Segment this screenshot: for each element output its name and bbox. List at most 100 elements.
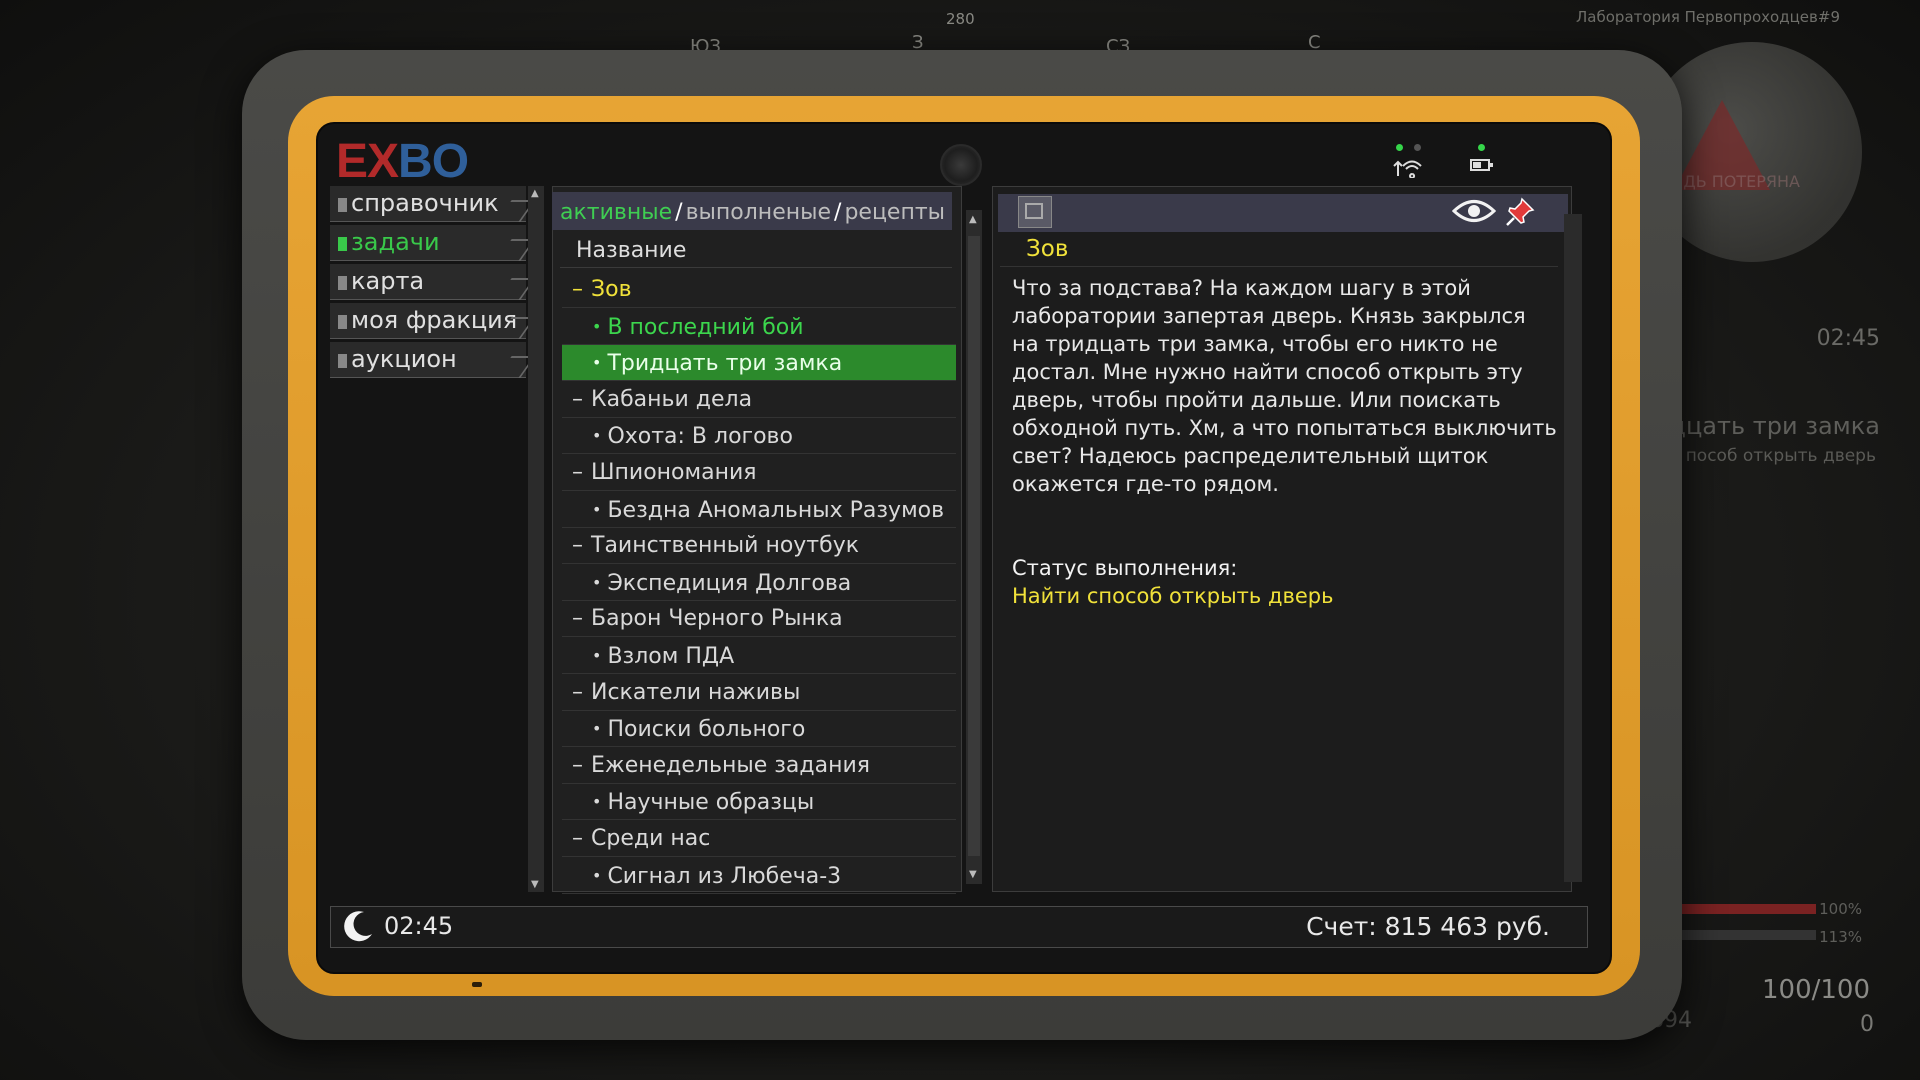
quest-group-row[interactable]: – Таинственный ноутбук (562, 528, 956, 564)
quest-label: Шпиономания (591, 460, 757, 485)
bullet-icon: • (592, 500, 602, 519)
collapse-icon: – (572, 606, 583, 631)
quest-label: Таинственный ноутбук (591, 533, 859, 558)
quest-group-row[interactable]: – Еженедельные задания (562, 748, 956, 784)
menu-item-faction[interactable]: моя фракция (330, 303, 536, 339)
quest-group-row[interactable]: – Зов (562, 272, 956, 308)
exbo-logo: EXBO (336, 134, 469, 189)
scroll-up-icon[interactable]: ▲ (969, 214, 977, 225)
quest-label: Среди нас (591, 826, 711, 851)
battery-icon (1470, 156, 1494, 179)
quest-label: Научные образцы (607, 790, 815, 815)
quest-label: Искатели наживы (591, 680, 801, 705)
quest-label: Кабаньи дела (591, 387, 753, 412)
menu-square-icon (338, 198, 347, 212)
quest-task-row[interactable]: • Охота: В логово (562, 418, 956, 454)
bullet-icon: • (592, 719, 602, 738)
menu-scrollbar[interactable]: ▲ ▼ (528, 186, 544, 892)
scroll-down-icon[interactable]: ▼ (531, 879, 539, 890)
quest-task-row[interactable]: • Тридцать три замка (562, 345, 956, 381)
quest-task-row[interactable]: • Бездна Аномальных Разумов (562, 492, 956, 528)
status-label: Статус выполнения: (1012, 556, 1238, 580)
quest-group-row[interactable]: – Барон Черного Рынка (562, 601, 956, 637)
collapse-icon: – (572, 826, 583, 851)
bullet-icon: • (592, 866, 602, 885)
quest-list-scrollbar[interactable]: ▲ ▼ (966, 210, 982, 884)
detail-scrollbar[interactable] (1564, 214, 1582, 882)
menu-item-auction[interactable]: аукцион (330, 342, 536, 378)
moon-icon (340, 908, 376, 944)
signal-led-off (1414, 144, 1421, 151)
health-percent: 100% (1819, 900, 1862, 918)
location-name: Лаборатория Первопроходцев#9 (1576, 8, 1840, 26)
quest-group-row[interactable]: – Кабаньи дела (562, 382, 956, 418)
menu-item-map[interactable]: карта (330, 264, 536, 300)
quest-label: Барон Черного Рынка (591, 606, 843, 631)
menu-square-icon (338, 315, 347, 329)
ammo-counter: 100/100 (1761, 975, 1870, 1005)
column-header-name: Название (560, 234, 952, 268)
scroll-thumb[interactable] (968, 236, 980, 856)
compass-heading: 280 (946, 10, 975, 28)
collapse-icon: – (572, 753, 583, 778)
quest-task-row[interactable]: • В последний бой (562, 309, 956, 345)
battery-led (1478, 144, 1485, 151)
tab-completed[interactable]: выполненые (686, 200, 831, 225)
quest-label: Бездна Аномальных Разумов (607, 498, 945, 523)
pin-icon[interactable] (1504, 196, 1536, 228)
quest-task-row[interactable]: • Научные образцы (562, 784, 956, 820)
quest-label: Охота: В логово (607, 424, 793, 449)
quest-label: Зов (591, 277, 632, 302)
quest-label: Сигнал из Любеча-3 (607, 864, 842, 889)
quest-label: В последний бой (607, 315, 804, 340)
collapse-icon: – (572, 277, 583, 302)
bullet-icon: • (592, 646, 602, 665)
camera-icon (940, 144, 982, 186)
quest-task-row[interactable]: • Взлом ПДА (562, 638, 956, 674)
divider (1000, 266, 1558, 267)
menu-label: аукцион (351, 345, 457, 373)
quest-image-icon (1018, 196, 1052, 228)
tab-active[interactable]: активные (560, 200, 672, 225)
quest-label: Еженедельные задания (591, 753, 871, 778)
ammo-secondary: 0 (1860, 1012, 1874, 1037)
quest-task-row[interactable]: • Сигнал из Любеча-3 (562, 858, 956, 894)
hud-task-desc: пособ открыть дверь (1685, 446, 1876, 466)
scroll-down-icon[interactable]: ▼ (969, 869, 977, 880)
menu-label: задачи (351, 228, 440, 256)
antenna-icon (1390, 156, 1430, 183)
quest-label: Экспедиция Долгова (607, 571, 852, 596)
menu-item-reference[interactable]: справочник (330, 186, 536, 222)
quest-group-row[interactable]: – Среди нас (562, 821, 956, 857)
bullet-icon: • (592, 426, 602, 445)
menu-label: моя фракция (351, 306, 518, 334)
logo-part: EX (336, 135, 399, 188)
menu-label: справочник (351, 189, 499, 217)
hud-time: 02:45 (1816, 326, 1880, 351)
quest-label: Тридцать три замка (607, 351, 843, 376)
tab-separator: / (834, 200, 842, 225)
bullet-icon: • (592, 792, 602, 811)
quest-group-row[interactable]: – Шпиономания (562, 455, 956, 491)
logo-part: BO (398, 135, 469, 188)
menu-item-tasks[interactable]: задачи (330, 225, 536, 261)
menu-square-icon (338, 276, 347, 290)
quest-task-row[interactable]: • Поиски больного (562, 711, 956, 747)
quest-group-row[interactable]: – Искатели наживы (562, 675, 956, 711)
status-value: Найти способ открыть дверь (1012, 584, 1334, 608)
menu-label: карта (351, 267, 425, 295)
quest-task-row[interactable]: • Экспедиция Долгова (562, 565, 956, 601)
menu-square-icon (338, 237, 347, 251)
hud-task-title: идцать три замка (1653, 412, 1880, 440)
collapse-icon: – (572, 387, 583, 412)
scroll-up-icon[interactable]: ▲ (531, 188, 539, 199)
tab-recipes[interactable]: рецепты (844, 200, 945, 225)
bullet-icon: • (592, 353, 602, 372)
clock: 02:45 (384, 912, 454, 940)
stamina-percent: 113% (1819, 928, 1862, 946)
quest-label: Поиски больного (607, 717, 806, 742)
collapse-icon: – (572, 680, 583, 705)
signal-led (1396, 144, 1403, 151)
track-eye-icon[interactable] (1451, 196, 1497, 226)
quest-tabs: активные / выполненые / рецепты (552, 192, 952, 230)
